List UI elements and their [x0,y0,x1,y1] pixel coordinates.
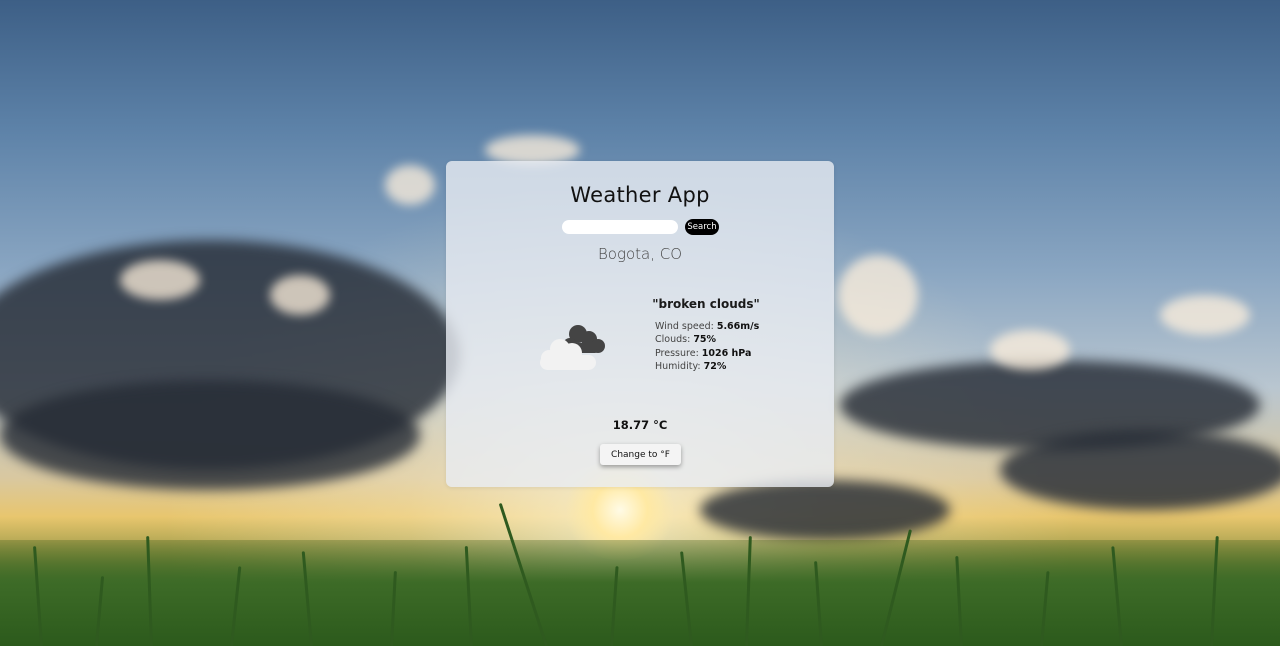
grass-field [0,502,1280,646]
weather-details: Wind speed: 5.66m/s Clouds: 75% Pressure… [655,320,759,373]
clouds-label: Clouds: [655,334,694,346]
background-cloud [385,165,435,205]
weather-description: "broken clouds" [652,297,760,311]
background-cloud [0,380,420,490]
background-cloud [1000,430,1280,510]
background-cloud [838,255,918,335]
humidity-label: Humidity: [655,360,704,372]
app-title: Weather App [570,183,710,207]
wind-speed-row: Wind speed: 5.66m/s [655,320,759,333]
pressure-value: 1026 hPa [701,347,752,359]
city-name: Bogota, CO [597,245,683,263]
humidity-value: 72% [703,360,727,372]
broken-clouds-icon [540,325,605,370]
background-cloud [270,275,330,315]
background-cloud [1160,295,1250,335]
wind-speed-value: 5.66m/s [716,321,760,332]
pressure-label: Pressure: [655,347,702,359]
humidity-row: Humidity: 72% [655,360,759,373]
search-button[interactable]: Search [685,219,719,235]
wind-speed-label: Wind speed: [655,321,717,332]
clouds-row: Clouds: 75% [655,333,759,346]
change-unit-button[interactable]: Change to °F [600,444,681,465]
background-cloud [990,330,1070,370]
pressure-row: Pressure: 1026 hPa [655,347,759,360]
background-cloud [700,480,950,540]
search-input[interactable] [562,220,678,234]
background-cloud [120,260,200,300]
clouds-value: 75% [693,334,717,346]
weather-card: Weather App Search Bogota, CO "broken cl… [446,161,834,487]
temperature: 18.77 °C [612,418,668,432]
